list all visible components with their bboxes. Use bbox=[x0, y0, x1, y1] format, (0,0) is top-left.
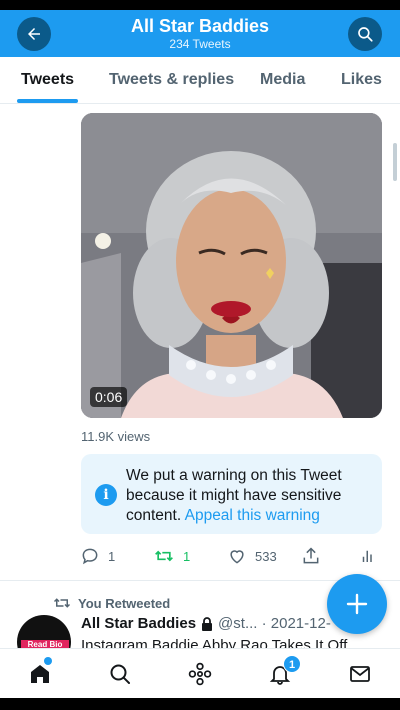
nav-search[interactable] bbox=[107, 661, 133, 687]
nav-messages[interactable] bbox=[347, 661, 373, 687]
tab-media[interactable]: Media bbox=[260, 71, 305, 89]
system-navigation-bar bbox=[0, 698, 400, 710]
spaces-icon bbox=[188, 662, 212, 686]
scrollbar[interactable] bbox=[393, 143, 397, 181]
video-thumbnail bbox=[81, 113, 382, 418]
author-name[interactable]: All Star Baddies bbox=[81, 615, 196, 632]
retweet-count: 1 bbox=[183, 548, 191, 564]
like-button[interactable]: 533 bbox=[227, 546, 277, 566]
page-title: All Star Baddies bbox=[130, 16, 270, 36]
tab-tweets[interactable]: Tweets bbox=[21, 71, 74, 89]
appeal-warning-link[interactable]: Appeal this warning bbox=[185, 507, 320, 524]
search-icon bbox=[110, 664, 130, 684]
analytics-button[interactable] bbox=[359, 546, 377, 566]
tab-likes[interactable]: Likes bbox=[341, 71, 382, 89]
plus-icon bbox=[346, 593, 368, 615]
share-button[interactable] bbox=[301, 546, 321, 566]
reply-count: 1 bbox=[108, 548, 116, 564]
reply-icon bbox=[82, 548, 98, 565]
like-count: 533 bbox=[255, 548, 277, 564]
nav-spaces[interactable] bbox=[187, 661, 213, 687]
search-button[interactable] bbox=[348, 17, 382, 51]
author-handle-and-date: @st... · 2021-12- bbox=[218, 615, 331, 632]
retweet-icon bbox=[155, 550, 173, 562]
tweet-text: Instagram Baddie Abby Rao Takes It Off bbox=[81, 637, 348, 648]
analytics-icon bbox=[362, 550, 372, 562]
home-icon bbox=[31, 665, 49, 683]
warning-text-block: We put a warning on this Tweet because i… bbox=[126, 466, 372, 526]
envelope-icon bbox=[350, 666, 370, 682]
share-icon bbox=[303, 547, 319, 564]
tweet-actions: 1 1 533 bbox=[80, 546, 380, 568]
heart-icon bbox=[230, 550, 244, 564]
lock-icon bbox=[201, 616, 213, 631]
retweet-icon bbox=[53, 598, 71, 608]
search-icon bbox=[358, 27, 373, 42]
home-unread-dot bbox=[44, 657, 52, 665]
bottom-navigation bbox=[0, 648, 400, 698]
retweet-context-label: You Retweeted bbox=[78, 595, 171, 611]
active-tab-indicator bbox=[17, 99, 78, 103]
retweet-button[interactable]: 1 bbox=[153, 546, 190, 566]
video-media[interactable] bbox=[81, 113, 382, 418]
arrow-left-icon bbox=[28, 28, 40, 40]
tweet-count: 234 Tweets bbox=[169, 37, 231, 51]
header-title-block: All Star Baddies 234 Tweets bbox=[80, 15, 320, 51]
tab-tweets-and-replies[interactable]: Tweets & replies bbox=[109, 71, 234, 89]
info-icon: i bbox=[95, 484, 117, 506]
profile-header: All Star Baddies 234 Tweets bbox=[0, 10, 400, 57]
sensitive-content-warning: i We put a warning on this Tweet because… bbox=[81, 454, 382, 534]
notifications-badge: 1 bbox=[283, 655, 301, 673]
view-count: 11.9K views bbox=[81, 429, 151, 444]
compose-tweet-button[interactable] bbox=[327, 574, 387, 634]
nav-home[interactable] bbox=[27, 661, 53, 687]
video-duration: 0:06 bbox=[90, 387, 128, 407]
profile-tabs: Tweets Tweets & replies Media Likes bbox=[0, 57, 400, 104]
retweet-context: You Retweeted bbox=[52, 594, 170, 612]
reply-button[interactable]: 1 bbox=[80, 546, 115, 566]
back-button[interactable] bbox=[17, 17, 51, 51]
status-bar bbox=[0, 0, 400, 10]
